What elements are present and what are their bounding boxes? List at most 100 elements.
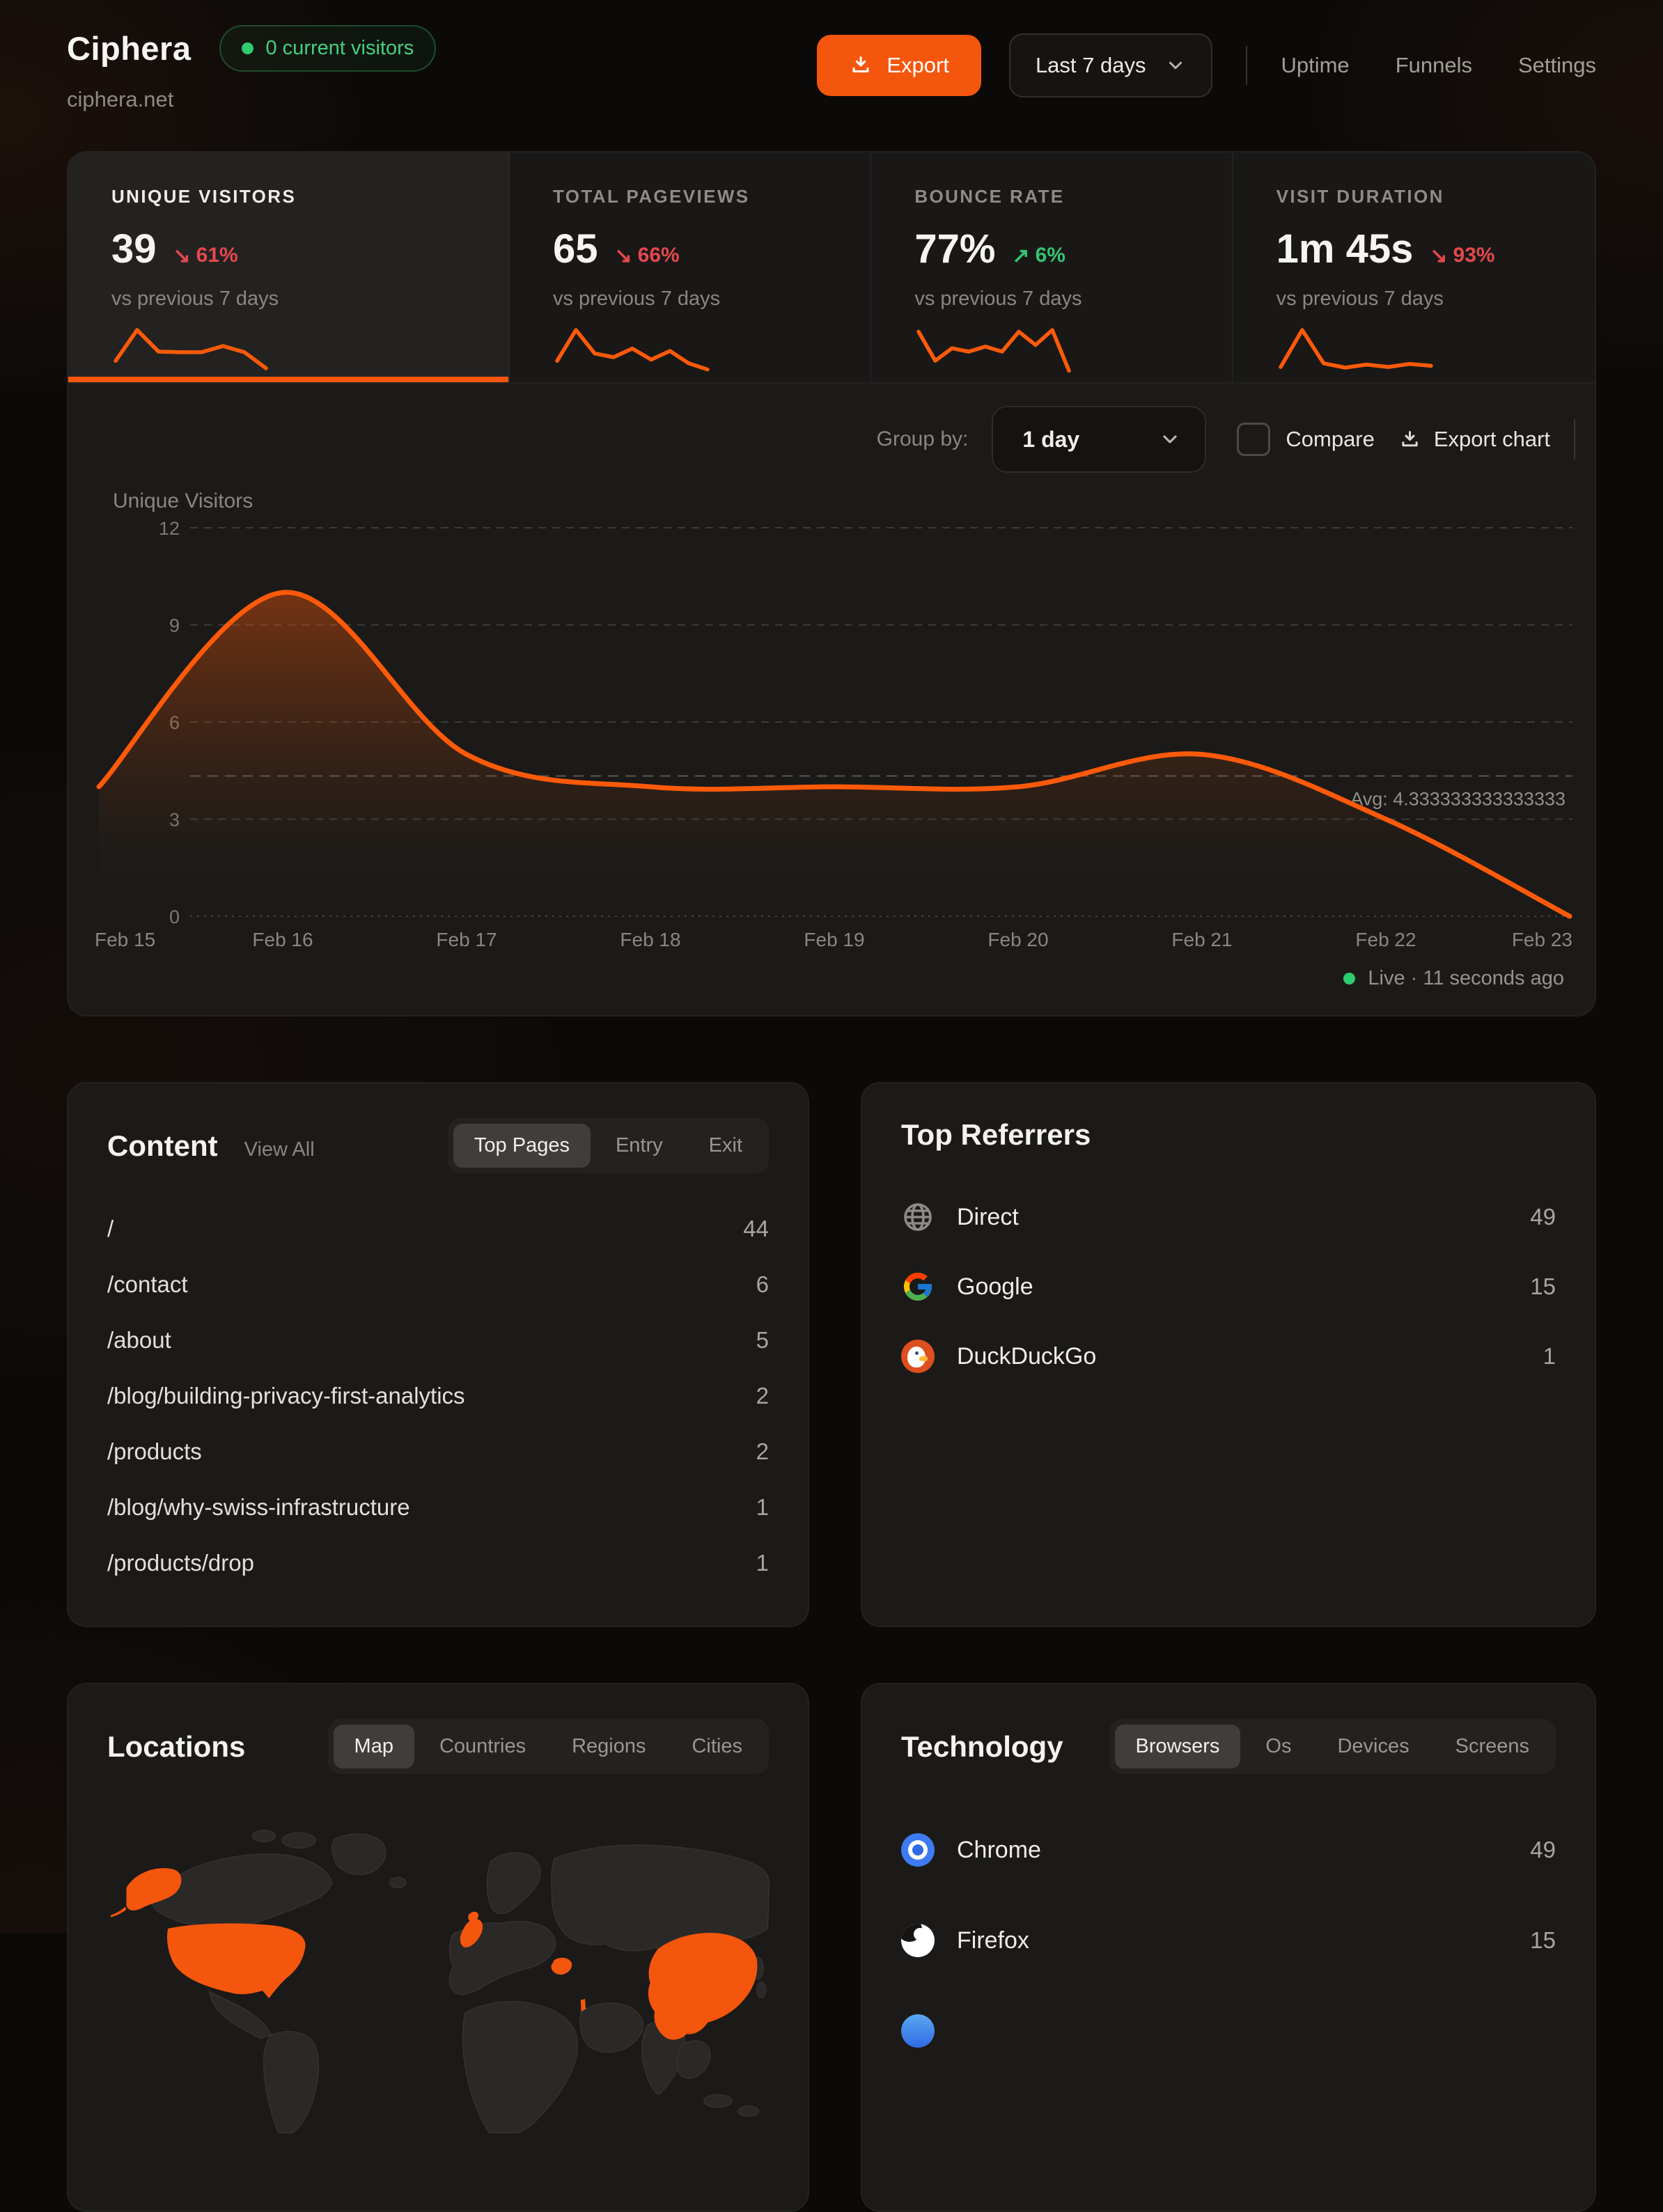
chevron-down-icon [1159, 428, 1181, 450]
view-all-link[interactable]: View All [244, 1138, 315, 1161]
page-path: /contact [107, 1271, 188, 1298]
tab-entry[interactable]: Entry [595, 1124, 684, 1168]
referrer-name: DuckDuckGo [957, 1343, 1543, 1370]
svg-text:Feb 21: Feb 21 [1171, 929, 1232, 950]
nav-funnels[interactable]: Funnels [1396, 53, 1472, 78]
visitors-chart: Unique Visitors 129630Avg: 4.33333333333… [68, 495, 1595, 955]
stat-visit-duration[interactable]: VISIT DURATION 1m 45s ↘93% vs previous 7… [1233, 152, 1595, 382]
stat-delta: ↘93% [1430, 244, 1494, 268]
page-row[interactable]: /contact 6 [107, 1257, 769, 1312]
map-china-highlight [648, 1933, 758, 2039]
browser-row[interactable] [901, 1986, 1556, 2076]
svg-text:9: 9 [169, 615, 180, 636]
line-chart[interactable]: 129630Avg: 4.333333333333333Feb 15Feb 16… [68, 495, 1595, 955]
page-row[interactable]: /products/drop1 [107, 1535, 769, 1591]
page-row[interactable]: /blog/why-swiss-infrastructure1 [107, 1480, 769, 1535]
nav-settings[interactable]: Settings [1518, 53, 1596, 78]
nav-uptime[interactable]: Uptime [1281, 53, 1349, 78]
site-domain: ciphera.net [67, 87, 436, 112]
page-row[interactable]: /blog/building-privacy-first-analytics2 [107, 1368, 769, 1424]
page-count: 2 [756, 1383, 769, 1409]
download-icon [849, 54, 873, 77]
google-icon [901, 1270, 935, 1303]
date-range-select[interactable]: Last 7 days [1009, 33, 1213, 97]
site-title: Ciphera [67, 29, 192, 68]
group-by-select[interactable]: 1 day [992, 406, 1206, 473]
stat-compare-label: vs previous 7 days [914, 288, 1188, 311]
controls-divider [1574, 419, 1575, 460]
referrer-row[interactable]: DuckDuckGo 1 [901, 1321, 1556, 1391]
page-count: 2 [756, 1438, 769, 1465]
tab-screens[interactable]: Screens [1435, 1725, 1550, 1768]
referrer-row[interactable]: Direct 49 [901, 1182, 1556, 1252]
referrer-row[interactable]: Google 15 [901, 1252, 1556, 1321]
duckduckgo-icon [901, 1340, 935, 1373]
page-row[interactable]: /about5 [107, 1312, 769, 1368]
sparkline-chart [553, 326, 712, 377]
referrers-title: Top Referrers [901, 1118, 1091, 1152]
browser-row[interactable]: Chrome 49 [901, 1805, 1556, 1895]
world-map[interactable] [107, 1801, 769, 2133]
tab-devices[interactable]: Devices [1316, 1725, 1430, 1768]
export-chart-button[interactable]: Export chart [1398, 427, 1550, 452]
delta-value: 6% [1036, 244, 1065, 268]
browser-icon [901, 2014, 935, 2048]
content-card: Content View All Top Pages Entry Exit /4… [67, 1082, 809, 1627]
tab-exit[interactable]: Exit [688, 1124, 763, 1168]
svg-text:Feb 19: Feb 19 [804, 929, 864, 950]
tab-top-pages[interactable]: Top Pages [453, 1124, 591, 1168]
stats-row: UNIQUE VISITORS 39 ↘61% vs previous 7 da… [68, 152, 1595, 384]
sparkline-chart [111, 326, 270, 377]
tab-cities[interactable]: Cities [671, 1725, 763, 1768]
stat-unique-visitors[interactable]: UNIQUE VISITORS 39 ↘61% vs previous 7 da… [68, 152, 510, 382]
tab-os[interactable]: Os [1244, 1725, 1312, 1768]
page-path: /products [107, 1438, 202, 1465]
sparkline-chart [914, 326, 1073, 377]
tab-countries[interactable]: Countries [419, 1725, 547, 1768]
export-chart-label: Export chart [1434, 427, 1550, 452]
date-range-value: Last 7 days [1036, 53, 1146, 78]
stat-label: UNIQUE VISITORS [111, 186, 465, 207]
map-greenland [332, 1834, 386, 1874]
delta-value: 61% [196, 244, 238, 268]
page-row[interactable]: /44 [107, 1201, 769, 1257]
tab-regions[interactable]: Regions [551, 1725, 666, 1768]
compare-checkbox[interactable] [1237, 423, 1270, 456]
stat-value: 65 [553, 226, 598, 272]
compare-toggle[interactable]: Compare [1237, 423, 1375, 456]
page-row[interactable]: /products 2 [107, 1424, 769, 1480]
live-dot-icon [242, 42, 253, 54]
map-middle-east [580, 2003, 643, 2053]
chrome-icon [901, 1833, 935, 1867]
map-scandinavia [487, 1853, 540, 1914]
browser-row[interactable]: Firefox 15 [901, 1895, 1556, 1986]
page-count: 1 [756, 1550, 769, 1576]
svg-text:Feb 18: Feb 18 [620, 929, 680, 950]
current-visitors-badge[interactable]: 0 current visitors [219, 25, 437, 72]
analytics-card: UNIQUE VISITORS 39 ↘61% vs previous 7 da… [67, 151, 1596, 1017]
tab-browsers[interactable]: Browsers [1115, 1725, 1241, 1768]
svg-text:Feb 15: Feb 15 [95, 929, 155, 950]
map-mexico [210, 1991, 272, 2039]
map-russia [552, 1845, 770, 1951]
stat-value: 77% [914, 226, 995, 272]
tab-map[interactable]: Map [334, 1725, 414, 1768]
export-button[interactable]: Export [817, 35, 981, 96]
browsers-list: Chrome 49 Firefox 15 [901, 1805, 1556, 2076]
browser-name: Firefox [957, 1927, 1530, 1954]
chart-controls: Group by: 1 day Compare Export chart [68, 405, 1595, 474]
svg-text:Feb 23: Feb 23 [1512, 929, 1572, 950]
chevron-down-icon [1165, 55, 1186, 76]
map-south-america [264, 2032, 319, 2133]
svg-text:Feb 16: Feb 16 [252, 929, 313, 950]
page-path: /blog/why-swiss-infrastructure [107, 1494, 410, 1521]
trend-down-icon: ↘ [1430, 244, 1447, 268]
header-nav: Uptime Funnels Settings [1281, 53, 1596, 78]
referrers-list: Direct 49 Google 15 DuckDuckGo 1 [901, 1182, 1556, 1391]
stat-bounce-rate[interactable]: BOUNCE RATE 77% ↗6% vs previous 7 days [871, 152, 1233, 382]
firefox-icon [901, 1924, 935, 1957]
stat-total-pageviews[interactable]: TOTAL PAGEVIEWS 65 ↘66% vs previous 7 da… [510, 152, 871, 382]
referrer-count: 15 [1530, 1273, 1556, 1300]
page-count: 6 [756, 1271, 769, 1298]
map-usa-highlight [167, 1923, 305, 1998]
